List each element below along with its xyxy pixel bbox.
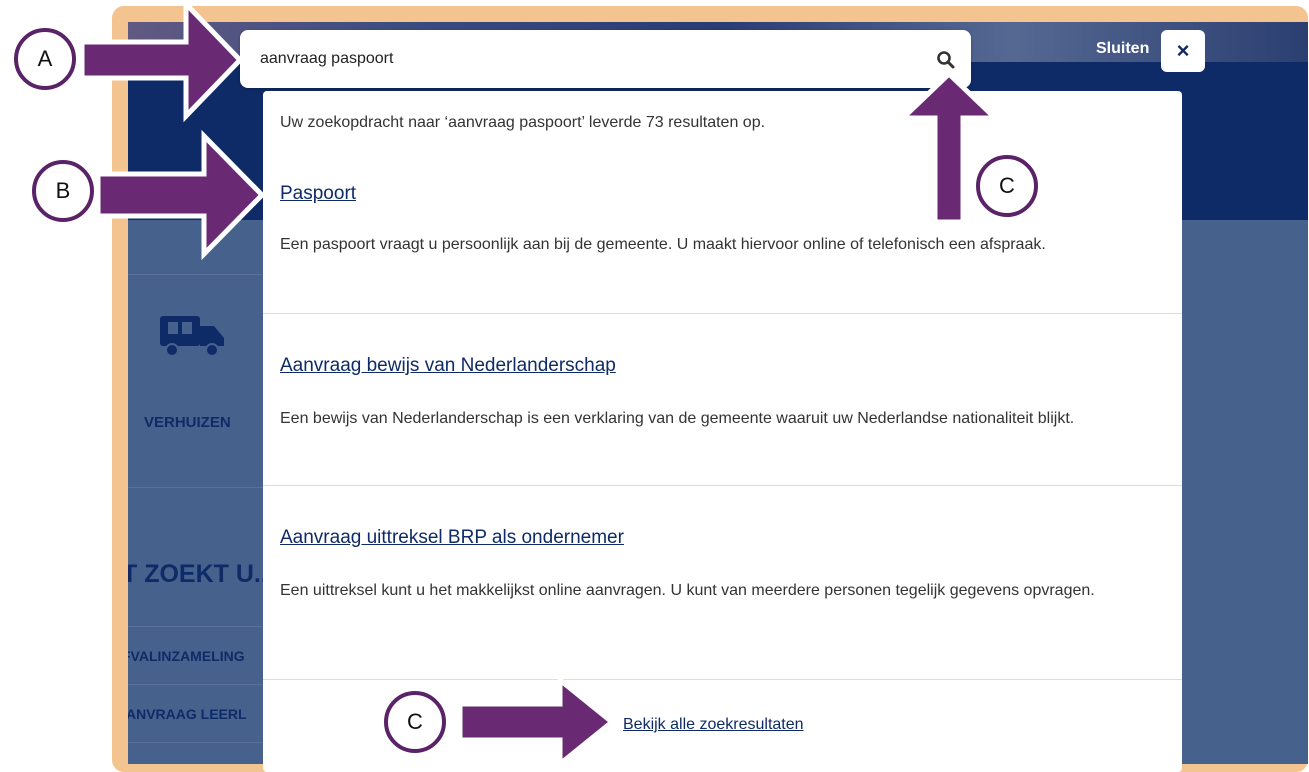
annotation-marker-c-bottom: C (384, 691, 446, 753)
arrow-a (79, 0, 244, 123)
arrow-b (95, 129, 266, 261)
annotation-marker-a: A (14, 28, 76, 90)
annotation-marker-b: B (32, 160, 94, 222)
annotation-marker-c: C (976, 155, 1038, 217)
arrow-c-right (457, 674, 616, 770)
annotation-arrows (79, 0, 1002, 770)
